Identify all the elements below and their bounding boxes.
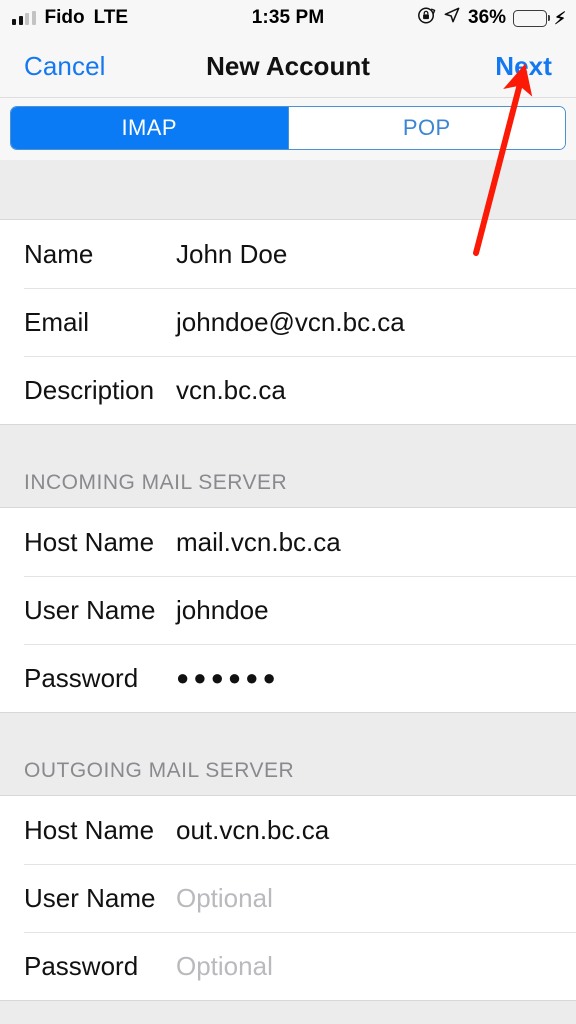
field-label: Email: [24, 306, 90, 337]
rotation-lock-icon: [417, 6, 436, 31]
navigation-bar: Cancel New Account Next: [0, 36, 576, 98]
next-button[interactable]: Next: [495, 51, 552, 82]
form-row[interactable]: Name John Doe: [0, 220, 576, 288]
field-value[interactable]: johndoe@vcn.bc.ca: [176, 307, 405, 338]
form-row[interactable]: Password Optional: [0, 932, 576, 1000]
battery-icon: [513, 9, 548, 27]
field-value[interactable]: johndoe: [176, 595, 269, 626]
form-row[interactable]: User Name johndoe: [0, 576, 576, 644]
field-value[interactable]: out.vcn.bc.ca: [176, 815, 329, 846]
field-placeholder[interactable]: Optional: [176, 883, 273, 914]
form-group: Host Name out.vcn.bc.ca User Name Optional P…: [0, 796, 576, 1000]
status-bar: Fido LTE 1:35 PM 36% ⚡︎: [0, 0, 576, 36]
segmented-control-container: IMAP POP: [0, 98, 576, 160]
form-group: Name John Doe Email johndoe@vcn.bc.ca Descri…: [0, 220, 576, 424]
form-row[interactable]: Email johndoe@vcn.bc.ca: [0, 288, 576, 356]
field-value[interactable]: ●●●●●●: [176, 665, 280, 691]
field-label: Password: [24, 662, 139, 693]
account-form: Name John Doe Email johndoe@vcn.bc.ca Descri…: [0, 160, 576, 1024]
form-row[interactable]: Host Name out.vcn.bc.ca: [0, 796, 576, 864]
field-value[interactable]: vcn.bc.ca: [176, 375, 286, 406]
form-group: Host Name mail.vcn.bc.ca User Name johndoe P…: [0, 508, 576, 712]
form-row[interactable]: Description vcn.bc.ca: [0, 356, 576, 424]
location-arrow-icon: [443, 6, 461, 30]
section-header-label: INCOMING MAIL SERVER: [24, 471, 288, 494]
section-header-label: OUTGOING MAIL SERVER: [24, 759, 295, 782]
section-gap: [0, 160, 576, 220]
field-label: Description: [24, 374, 155, 405]
status-bar-right: 36% ⚡︎: [417, 6, 566, 31]
page-title: New Account: [206, 51, 370, 81]
field-label: Name: [24, 238, 94, 269]
field-label: Host Name: [24, 814, 155, 845]
lightning-bolt-icon: ⚡︎: [554, 8, 566, 28]
form-row[interactable]: User Name Optional: [0, 864, 576, 932]
segment-pop[interactable]: POP: [288, 107, 565, 149]
field-label: Host Name: [24, 526, 155, 557]
field-value[interactable]: mail.vcn.bc.ca: [176, 527, 341, 558]
field-placeholder[interactable]: Optional: [176, 951, 273, 982]
field-label: Password: [24, 950, 139, 981]
field-label: User Name: [24, 594, 156, 625]
field-label: User Name: [24, 882, 156, 913]
account-type-segmented-control[interactable]: IMAP POP: [10, 106, 566, 150]
section-header: OUTGOING MAIL SERVER: [0, 712, 576, 796]
iphone-screen: Fido LTE 1:35 PM 36% ⚡︎ Cancel New Accou…: [0, 0, 576, 1024]
bottom-gap: [0, 1000, 576, 1024]
section-header: INCOMING MAIL SERVER: [0, 424, 576, 508]
segment-imap[interactable]: IMAP: [11, 107, 288, 149]
field-value[interactable]: John Doe: [176, 239, 287, 270]
battery-percent-label: 36%: [468, 7, 507, 28]
form-row[interactable]: Password ●●●●●●: [0, 644, 576, 712]
form-row[interactable]: Host Name mail.vcn.bc.ca: [0, 508, 576, 576]
